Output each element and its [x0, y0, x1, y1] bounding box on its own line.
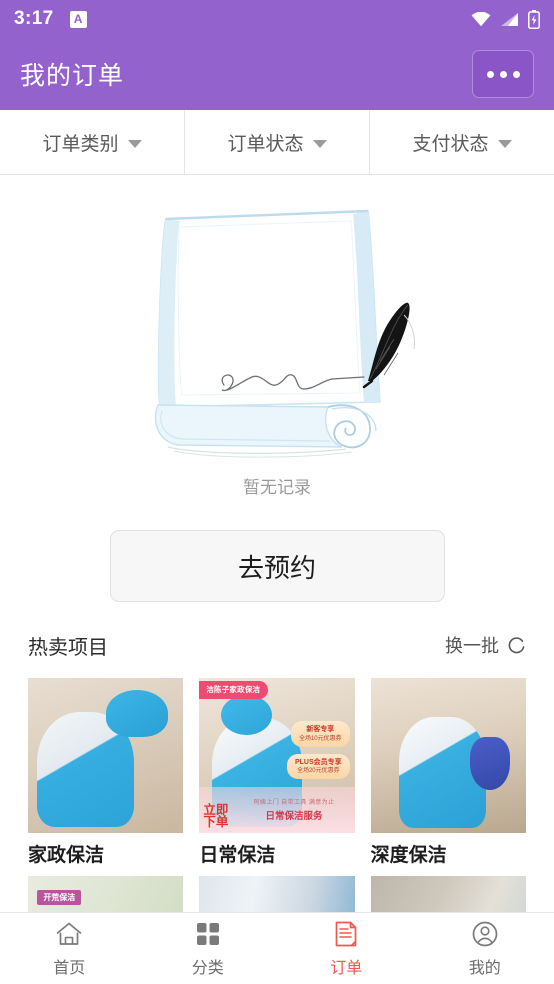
product-label: 日常保洁 — [199, 845, 276, 866]
next-row-badge: 开荒保洁 — [37, 889, 82, 905]
product-card[interactable]: 深度保洁 — [370, 678, 526, 913]
empty-state: 暂无记录 去预约 — [0, 175, 554, 615]
home-icon — [56, 922, 82, 945]
window-cleaning-photo — [199, 876, 355, 913]
promo-strip-title: 日常保洁服务 — [265, 811, 323, 823]
refresh-hot-items-button[interactable]: 换一批 — [445, 632, 526, 658]
cleaning-staff-photo-1 — [28, 678, 184, 833]
app-notification-icon: A — [69, 10, 87, 28]
order-list-screen: 3:17 A 我的订单 订单类别 订单状态 支付状态 暂无记录 去预约 热卖项目… — [0, 0, 554, 984]
more-dot-2 — [499, 70, 507, 78]
filter-order-category-label: 订单类别 — [42, 133, 119, 155]
promo-badge-sub: 全场10元优惠券 — [298, 735, 342, 742]
chevron-down-icon — [127, 139, 142, 148]
promo-badge-plus-member: PLUS会员专享 全场20元优惠券 — [286, 753, 350, 780]
product-image: 洁陈子家政保洁 新客专享 全场10元优惠券 PLUS会员专享 全场20元优惠券 … — [199, 678, 355, 833]
product-card[interactable]: 洁陈子家政保洁 新客专享 全场10元优惠券 PLUS会员专享 全场20元优惠券 … — [199, 678, 355, 913]
nav-label-profile: 我的 — [468, 960, 501, 977]
product-image-next-row: 开荒保洁 — [28, 876, 184, 913]
nav-item-orders[interactable]: 订单 — [277, 913, 416, 984]
scroll-and-quill-icon — [154, 209, 415, 458]
product-image — [28, 678, 184, 833]
nav-item-profile[interactable]: 我的 — [416, 913, 554, 984]
promo-badge-new-customer: 新客专享 全场10元优惠券 — [290, 721, 350, 747]
filter-bar: 订单类别 订单状态 支付状态 — [0, 110, 554, 175]
nav-label-home: 首页 — [53, 960, 86, 977]
hot-items-header: 热卖项目 换一批 — [0, 615, 554, 675]
promo-badge-title: PLUS会员专享 — [294, 758, 342, 766]
page-title: 我的订单 — [20, 62, 125, 90]
filter-order-status-label: 订单状态 — [227, 133, 304, 155]
hot-items-grid: 家政保洁 开荒保洁 洁陈子家政保洁 新客专享 全场10元优惠券 PLUS会员专享… — [0, 678, 554, 913]
filter-order-status[interactable]: 订单状态 — [184, 110, 369, 174]
bottom-navigation: 首页 分类 订单 我的 — [0, 912, 554, 984]
user-profile-icon — [472, 921, 498, 947]
refresh-label: 换一批 — [445, 636, 499, 656]
empty-state-message: 暂无记录 — [243, 478, 311, 497]
sofa-cleaning-photo — [370, 876, 526, 913]
brand-badge: 洁陈子家政保洁 — [199, 681, 269, 699]
nav-item-categories[interactable]: 分类 — [139, 913, 278, 984]
refresh-icon — [508, 636, 525, 653]
product-image-next-row — [199, 876, 355, 913]
chevron-down-icon — [312, 139, 327, 148]
product-card[interactable]: 家政保洁 开荒保洁 — [28, 678, 184, 913]
nav-label-orders: 订单 — [330, 960, 363, 977]
status-bar-icons — [471, 9, 540, 29]
product-image — [370, 678, 526, 833]
nav-label-categories: 分类 — [191, 960, 224, 977]
go-to-booking-button[interactable]: 去预约 — [109, 530, 445, 602]
nav-item-home[interactable]: 首页 — [0, 913, 139, 984]
filter-order-category[interactable]: 订单类别 — [0, 110, 184, 174]
app-bar: 我的订单 — [0, 38, 554, 110]
wifi-icon — [471, 11, 491, 26]
hot-items-title: 热卖项目 — [28, 636, 108, 659]
more-dot-3 — [512, 70, 520, 78]
grid-categories-icon — [196, 923, 219, 945]
promo-badge-sub: 全场20元优惠券 — [296, 768, 340, 775]
status-bar-time: 3:17 — [14, 8, 54, 29]
filter-payment-status-label: 支付状态 — [412, 133, 489, 155]
more-options-button[interactable] — [472, 50, 534, 98]
order-now-cta: 立即 下单 — [203, 802, 229, 830]
product-label: 家政保洁 — [28, 845, 105, 866]
chevron-down-icon — [497, 139, 512, 148]
promo-badge-title: 新客专享 — [306, 726, 335, 734]
promo-strip-subtitle: 阿姨上门 自带工具 满意为止 — [253, 800, 335, 807]
product-image-next-row — [370, 876, 526, 913]
product-label: 深度保洁 — [370, 845, 447, 866]
order-document-icon — [335, 921, 357, 947]
filter-payment-status[interactable]: 支付状态 — [369, 110, 554, 174]
more-dot-1 — [486, 70, 494, 78]
battery-charging-icon — [528, 9, 540, 29]
cellular-signal-icon — [501, 12, 518, 26]
cleaning-staff-photo-3 — [370, 678, 526, 833]
status-bar: 3:17 A — [0, 0, 554, 38]
